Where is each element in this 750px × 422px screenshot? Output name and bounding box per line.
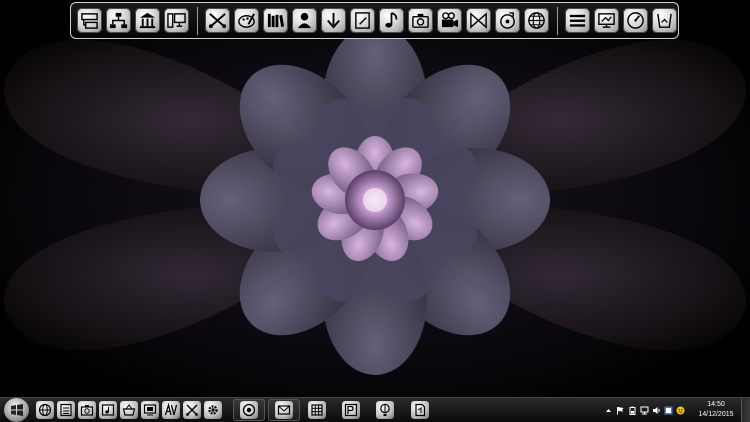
network-drive-button[interactable] xyxy=(77,8,102,33)
music-button[interactable] xyxy=(379,8,404,33)
show-desktop-button[interactable] xyxy=(741,398,750,422)
camera-button[interactable] xyxy=(408,8,433,33)
document-corner-icon xyxy=(355,12,370,29)
taskbar-clock[interactable]: 14:50 14/12/2015 xyxy=(696,400,736,420)
chrome-button-face xyxy=(240,401,258,419)
taskbar-document-button[interactable] xyxy=(411,401,429,419)
display-monitor-button[interactable] xyxy=(594,8,619,33)
windows-logo-icon xyxy=(10,404,23,416)
taskbar-task-chrome[interactable] xyxy=(233,399,265,421)
display-monitor-icon xyxy=(598,13,615,28)
taskbar-camera-button[interactable] xyxy=(78,401,96,419)
gear-icon xyxy=(208,405,218,415)
video-camera-icon xyxy=(441,12,459,28)
messenger-button[interactable] xyxy=(676,406,685,415)
monitor-window-icon xyxy=(143,404,157,416)
taskbar-basket-button[interactable] xyxy=(120,401,138,419)
user-person-icon xyxy=(297,12,312,29)
books-icon xyxy=(267,13,285,28)
audio-disc-button[interactable] xyxy=(495,8,520,33)
taskbar-photoshop-button[interactable] xyxy=(342,401,360,419)
photoshop-icon xyxy=(344,403,358,417)
document-button[interactable] xyxy=(350,8,375,33)
download-arrow-icon xyxy=(327,12,340,29)
action-center-button[interactable] xyxy=(616,406,625,415)
scissors-crossed-button[interactable] xyxy=(205,8,230,33)
media-player-button[interactable] xyxy=(466,8,491,33)
music-player-icon xyxy=(101,404,115,416)
taskbar-globe-button[interactable] xyxy=(36,401,54,419)
taskbar-settings-button[interactable] xyxy=(204,401,222,419)
volume-icon xyxy=(653,407,660,414)
globe-icon xyxy=(38,403,52,417)
system-tray: 14:50 14/12/2015 xyxy=(600,398,750,422)
download-arrow-button[interactable] xyxy=(321,8,346,33)
taskbar-balloon-button[interactable] xyxy=(376,401,394,419)
user-person-button[interactable] xyxy=(292,8,317,33)
audio-disc-icon xyxy=(500,12,515,29)
show-hidden-icons-button[interactable] xyxy=(604,406,613,415)
hot-air-balloon-icon xyxy=(380,403,390,416)
trash-bin-button[interactable] xyxy=(652,8,677,33)
network-button[interactable] xyxy=(640,406,649,415)
network-tree-icon xyxy=(109,12,128,29)
top-launcher-dock xyxy=(70,2,679,39)
music-note-icon xyxy=(385,12,398,28)
dock-separator xyxy=(197,7,198,35)
wallpaper-art xyxy=(0,0,750,397)
camera-icon xyxy=(412,13,429,28)
clock-dial-icon xyxy=(627,12,644,29)
menu-button[interactable] xyxy=(565,8,590,33)
network-tree-button[interactable] xyxy=(106,8,131,33)
scissors-crossed-icon xyxy=(186,404,198,416)
smiley-icon xyxy=(676,406,685,415)
grid-apps-icon xyxy=(311,404,323,416)
library-building-button[interactable] xyxy=(135,8,160,33)
network-drive-icon xyxy=(81,13,98,29)
clock-date: 14/12/2015 xyxy=(698,411,734,418)
text-av-icon xyxy=(164,403,178,416)
language-button[interactable] xyxy=(664,406,673,415)
library-building-icon xyxy=(139,12,156,29)
language-icon xyxy=(664,406,673,415)
flag-icon xyxy=(617,407,624,415)
paint-palette-icon xyxy=(238,13,255,28)
menu-lines-icon xyxy=(569,14,586,27)
clock-time: 14:50 xyxy=(707,401,725,408)
taskbar-document-grid-button[interactable] xyxy=(57,401,75,419)
computer-display-button[interactable] xyxy=(164,8,189,33)
taskbar-task-mail[interactable] xyxy=(268,399,300,421)
clock-button[interactable] xyxy=(623,8,648,33)
network-icon xyxy=(640,406,649,415)
taskbar-text-av-button[interactable] xyxy=(162,401,180,419)
desktop-wallpaper xyxy=(0,0,750,397)
shopping-basket-icon xyxy=(122,404,136,416)
document-icon xyxy=(415,403,426,417)
chevron-up-icon xyxy=(606,409,611,412)
dock-separator xyxy=(557,7,558,35)
scissors-crossed-icon xyxy=(208,13,227,29)
computer-display-icon xyxy=(167,13,186,28)
battery-button[interactable] xyxy=(628,406,637,415)
taskbar-grid-apps-button[interactable] xyxy=(308,401,326,419)
chrome-icon xyxy=(242,403,256,417)
media-player-icon xyxy=(470,12,487,29)
start-button[interactable] xyxy=(4,398,29,422)
mail-icon xyxy=(277,405,291,415)
document-grid-icon xyxy=(60,403,72,417)
books-button[interactable] xyxy=(263,8,288,33)
trash-bin-icon xyxy=(657,13,672,28)
video-camera-button[interactable] xyxy=(437,8,462,33)
camera-icon xyxy=(80,405,94,416)
battery-icon xyxy=(629,406,636,415)
taskbar-scissors-button[interactable] xyxy=(183,401,201,419)
volume-button[interactable] xyxy=(652,406,661,415)
globe-icon xyxy=(528,12,545,29)
paint-palette-button[interactable] xyxy=(234,8,259,33)
taskbar-music-player-button[interactable] xyxy=(99,401,117,419)
mail-button-face xyxy=(275,401,293,419)
taskbar-monitor-window-button[interactable] xyxy=(141,401,159,419)
globe-button[interactable] xyxy=(524,8,549,33)
taskbar: 14:50 14/12/2015 xyxy=(0,397,750,422)
